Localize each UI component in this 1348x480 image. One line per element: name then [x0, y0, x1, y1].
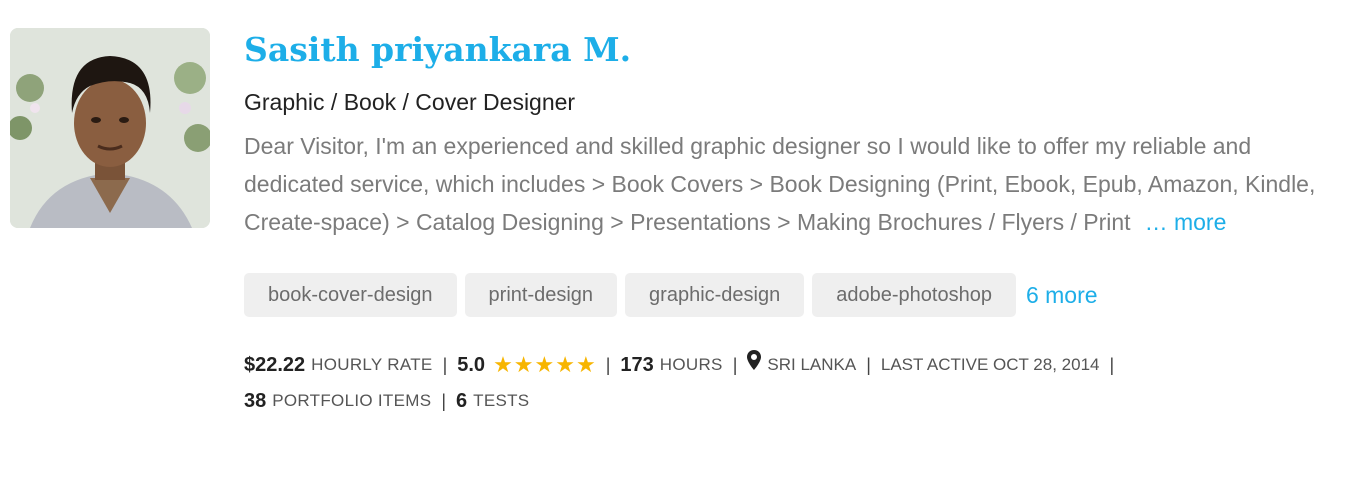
star-icon: ★: [513, 352, 534, 377]
star-icon: ★: [576, 352, 596, 377]
stats-line-1: $22.22 HOURLY RATE | 5.0 ★ ★ ★ ★ ★ | 173…: [244, 347, 1344, 383]
rating-value: 5.0: [457, 354, 486, 376]
star-icon: ★: [555, 352, 575, 377]
skills-list: book-cover-design print-design graphic-d…: [244, 273, 1344, 317]
skill-tag[interactable]: print-design: [464, 273, 618, 317]
separator: |: [605, 355, 611, 375]
hours-label: HOURS: [659, 355, 723, 374]
stats: $22.22 HOURLY RATE | 5.0 ★ ★ ★ ★ ★ | 173…: [244, 347, 1344, 419]
skills-more-link[interactable]: 6 more: [1026, 282, 1098, 309]
skill-tag[interactable]: adobe-photoshop: [812, 273, 1016, 317]
portfolio-label: PORTFOLIO ITEMS: [272, 391, 432, 410]
portfolio-count: 38: [244, 390, 267, 412]
rating-stars: ★ ★ ★ ★ ★: [493, 354, 596, 376]
profile-content: Sasith priyankara M. Graphic / Book / Co…: [244, 28, 1344, 419]
freelancer-description: Dear Visitor, I'm an experienced and ski…: [244, 127, 1339, 241]
hours-value: 173: [620, 354, 654, 376]
star-icon: ★: [493, 352, 513, 377]
separator: |: [732, 355, 738, 375]
star-icon: ★: [534, 352, 555, 377]
stats-line-2: 38 PORTFOLIO ITEMS | 6 TESTS: [244, 383, 1344, 419]
skill-tag[interactable]: book-cover-design: [244, 273, 457, 317]
description-more-link[interactable]: … more: [1145, 209, 1227, 235]
last-active: LAST ACTIVE OCT 28, 2014: [880, 355, 1100, 374]
skill-tag[interactable]: graphic-design: [625, 273, 805, 317]
location-pin-icon: [747, 347, 762, 383]
freelancer-title: Graphic / Book / Cover Designer: [244, 89, 576, 115]
avatar-photo: [10, 28, 210, 228]
freelancer-name[interactable]: Sasith priyankara M.: [244, 28, 1344, 72]
tests-label: TESTS: [473, 391, 530, 410]
separator: |: [866, 355, 871, 375]
location-value: SRI LANKA: [767, 355, 857, 374]
avatar[interactable]: [10, 28, 210, 228]
hourly-rate-value: $22.22: [244, 354, 306, 376]
hourly-rate-label: HOURLY RATE: [311, 355, 433, 374]
separator: |: [1109, 355, 1115, 375]
separator: |: [441, 391, 447, 411]
tests-count: 6: [456, 390, 468, 412]
separator: |: [442, 355, 448, 375]
